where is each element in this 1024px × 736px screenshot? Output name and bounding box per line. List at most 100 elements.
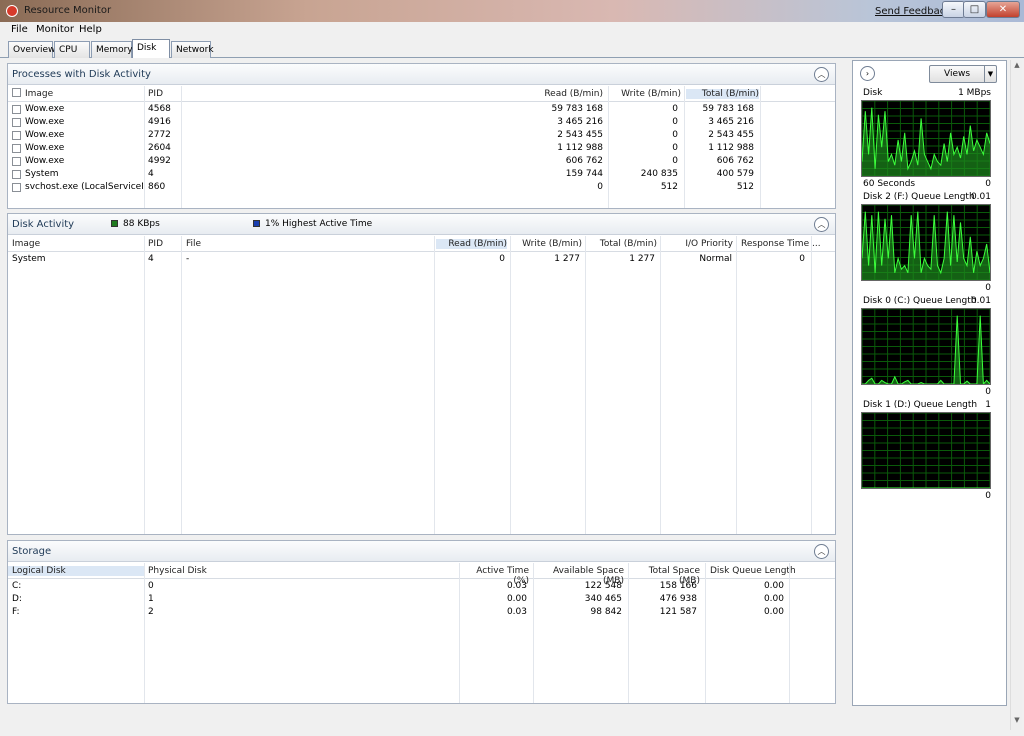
menu-file[interactable]: File	[11, 24, 28, 35]
maximize-button[interactable]: □	[963, 1, 986, 18]
collapse-storage-icon[interactable]: ︿	[814, 544, 829, 559]
processes-title: Processes with Disk Activity	[12, 69, 151, 80]
vertical-scrollbar[interactable]: ▲ ▼	[1010, 60, 1022, 730]
processes-column-header: Image PID Read (B/min) Write (B/min) Tot…	[8, 86, 835, 102]
table-row[interactable]: Wow.exe 4916 3 465 216 0 3 465 216	[8, 116, 835, 129]
graph-min-value: 0	[985, 283, 991, 293]
disk-graph: Disk 1 MBps 60 Seconds 0	[861, 88, 991, 192]
collapse-disk-activity-icon[interactable]: ︿	[814, 217, 829, 232]
dropdown-arrow-icon[interactable]: ▼	[984, 66, 996, 82]
col-write[interactable]: Write (B/min)	[513, 239, 582, 249]
divider	[434, 236, 435, 534]
table-row[interactable]: Wow.exe 2604 1 112 988 0 1 112 988	[8, 142, 835, 155]
total-cell: 1 112 988	[708, 143, 754, 153]
tab-cpu[interactable]: CPU	[54, 41, 90, 58]
col-write[interactable]: Write (B/min)	[608, 89, 681, 99]
image-cell: Wow.exe	[25, 156, 65, 166]
col-total[interactable]: Total (B/min)	[588, 239, 657, 249]
total-space-cell: 158 166	[659, 581, 697, 591]
image-cell: Wow.exe	[25, 130, 65, 140]
table-row[interactable]: Wow.exe 2772 2 543 455 0 2 543 455	[8, 129, 835, 142]
select-all-checkbox[interactable]	[12, 88, 21, 97]
active-time-cell: 0.03	[506, 581, 527, 591]
processes-header[interactable]: Processes with Disk Activity ︿	[8, 64, 835, 85]
active-time-cell: 0.00	[506, 594, 527, 604]
menu-help[interactable]: Help	[79, 24, 102, 35]
views-button[interactable]: Views ▼	[929, 65, 997, 83]
available-space-cell: 122 548	[584, 581, 622, 591]
expand-pane-icon[interactable]: ›	[860, 66, 875, 81]
storage-header[interactable]: Storage ︿	[8, 541, 835, 562]
total-space-cell: 121 587	[659, 607, 697, 617]
col-image[interactable]: Image	[25, 89, 53, 99]
graph-title: Disk 0 (C:) Queue Length	[863, 296, 977, 306]
collapse-processes-icon[interactable]: ︿	[814, 67, 829, 82]
tab-memory[interactable]: Memory	[91, 41, 133, 58]
graph-svg	[862, 101, 990, 176]
process-checkbox[interactable]	[12, 157, 21, 166]
col-io-priority[interactable]: I/O Priority	[663, 239, 733, 249]
graph-min-value: 0	[985, 491, 991, 501]
col-total[interactable]: Total (B/min)	[686, 89, 759, 99]
process-checkbox[interactable]	[12, 118, 21, 127]
disk-activity-header[interactable]: Disk Activity 88 KBps 1% Highest Active …	[8, 214, 835, 235]
table-row[interactable]: System 4 159 744 240 835 400 579	[8, 168, 835, 181]
col-pid[interactable]: PID	[148, 89, 163, 99]
process-checkbox[interactable]	[12, 144, 21, 153]
pid-cell: 2772	[148, 130, 171, 140]
menu-bar: File Monitor Help	[0, 22, 1024, 38]
col-pid[interactable]: PID	[148, 239, 163, 249]
menu-monitor[interactable]: Monitor	[36, 24, 74, 35]
table-row[interactable]: F: 2 0.03 98 842 121 587 0.00	[8, 606, 835, 619]
graph-time-span: 60 Seconds	[863, 179, 916, 189]
col-read[interactable]: Read (B/min)	[528, 89, 603, 99]
close-button[interactable]: ✕	[986, 1, 1020, 18]
file-cell: -	[186, 254, 190, 264]
tab-disk[interactable]: Disk	[132, 39, 170, 58]
col-response-time[interactable]: Response Time ...	[741, 239, 821, 249]
pid-cell: 4	[148, 169, 154, 179]
col-physical-disk[interactable]: Physical Disk	[148, 566, 207, 576]
logical-disk-cell: F:	[12, 607, 20, 617]
scroll-down-icon[interactable]: ▼	[1012, 716, 1022, 726]
col-file[interactable]: File	[186, 239, 201, 249]
pid-cell: 4992	[148, 156, 171, 166]
send-feedback-link[interactable]: Send Feedback	[875, 6, 951, 17]
image-cell: Wow.exe	[25, 104, 65, 114]
legend-blue-swatch	[253, 220, 260, 227]
pid-cell: 2604	[148, 143, 171, 153]
col-logical-disk[interactable]: Logical Disk	[8, 566, 144, 576]
process-checkbox[interactable]	[12, 105, 21, 114]
graph-min-value: 0	[985, 179, 991, 189]
tab-network[interactable]: Network	[171, 41, 214, 58]
disk-queue-length-cell: 0.00	[763, 607, 784, 617]
table-row[interactable]: D: 1 0.00 340 465 476 938 0.00	[8, 593, 835, 606]
write-cell: 0	[672, 117, 678, 127]
available-space-cell: 98 842	[590, 607, 623, 617]
minimize-button[interactable]: –	[942, 1, 965, 18]
process-checkbox[interactable]	[12, 170, 21, 179]
response-time-cell: 0	[799, 254, 805, 264]
col-image[interactable]: Image	[12, 239, 40, 249]
tab-overview[interactable]: Overview	[8, 41, 55, 58]
graph-canvas	[861, 412, 991, 489]
legend-kbps: 88 KBps	[123, 219, 160, 229]
table-row[interactable]: svchost.exe (LocalServiceNet... 860 0 512 51…	[8, 181, 835, 194]
table-row[interactable]: Wow.exe 4992 606 762 0 606 762	[8, 155, 835, 168]
divider	[585, 236, 586, 534]
table-row[interactable]: System 4 - 0 1 277 1 277 Normal 0	[8, 253, 835, 266]
disk-activity-column-header: Image PID File Read (B/min) Write (B/min…	[8, 236, 835, 252]
process-checkbox[interactable]	[12, 131, 21, 140]
disk-graph: Disk 1 (D:) Queue Length 1 0	[861, 400, 991, 504]
table-row[interactable]: Wow.exe 4568 59 783 168 0 59 783 168	[8, 103, 835, 116]
pid-cell: 4568	[148, 104, 171, 114]
scroll-up-icon[interactable]: ▲	[1012, 61, 1022, 71]
col-read[interactable]: Read (B/min)	[436, 239, 507, 249]
divider	[510, 236, 511, 534]
process-checkbox[interactable]	[12, 183, 21, 192]
table-row[interactable]: C: 0 0.03 122 548 158 166 0.00	[8, 580, 835, 593]
image-cell: System	[12, 254, 46, 264]
graph-title: Disk 2 (F:) Queue Length	[863, 192, 975, 202]
write-cell: 0	[672, 130, 678, 140]
col-disk-queue-length[interactable]: Disk Queue Length	[710, 566, 796, 576]
